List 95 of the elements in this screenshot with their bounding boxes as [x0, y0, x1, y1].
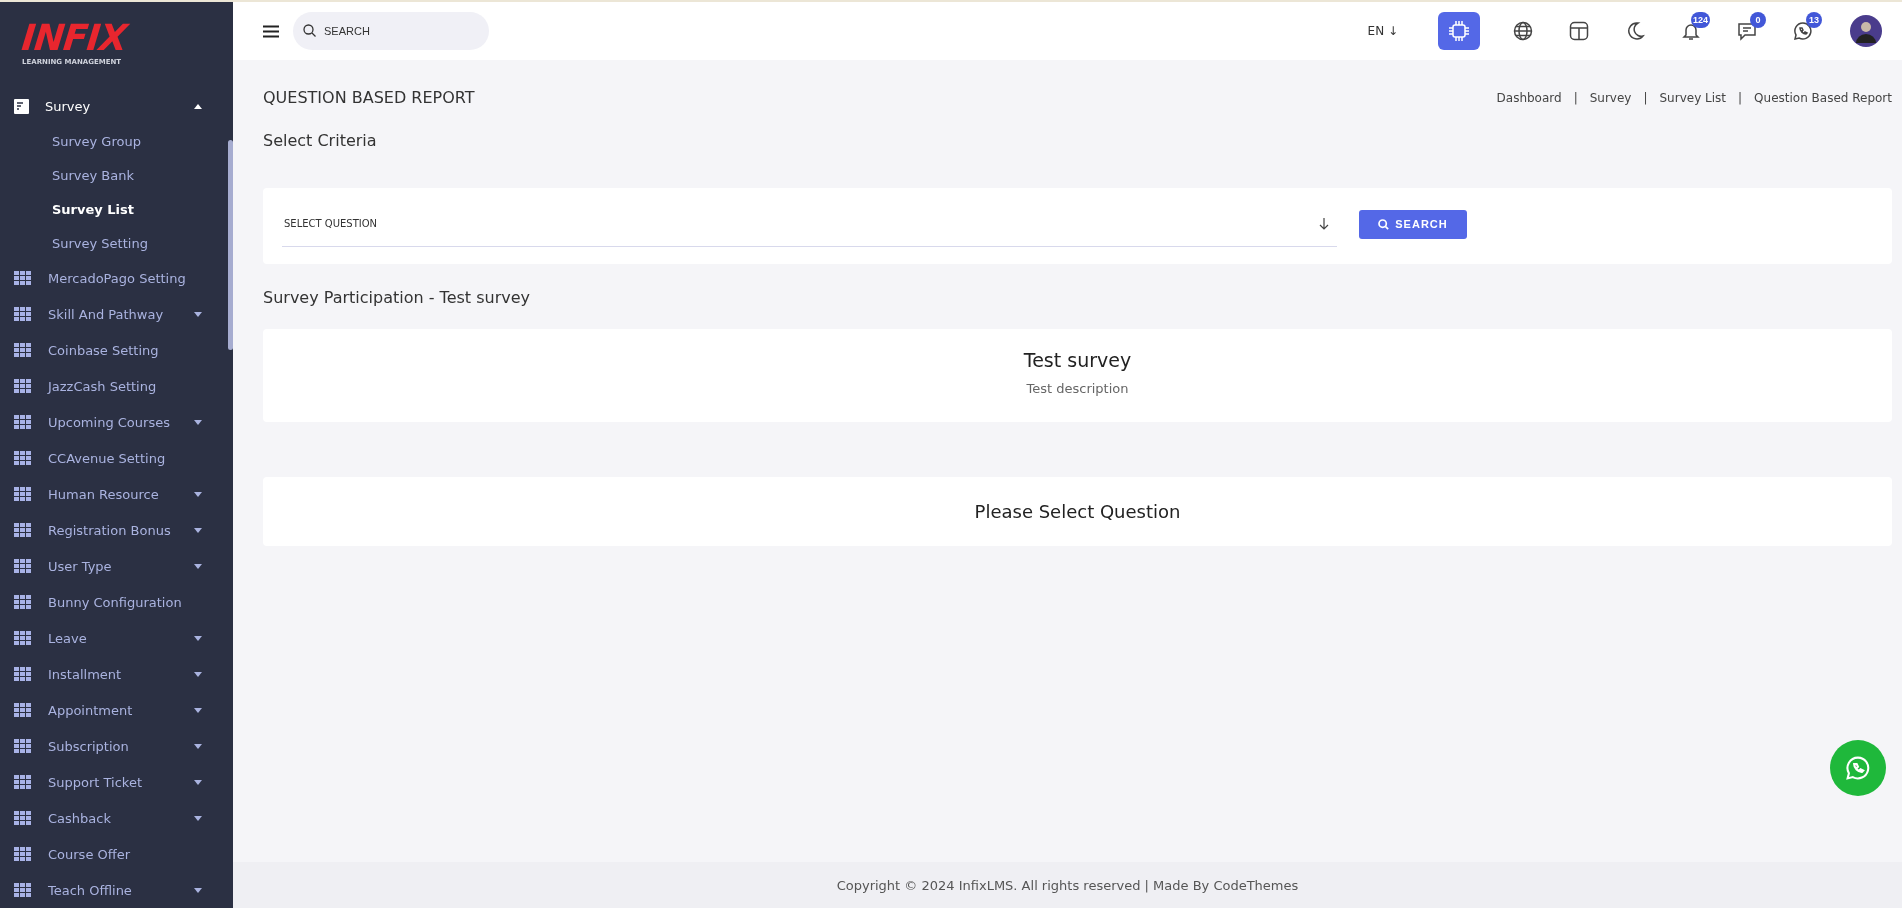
sidebar-item[interactable]: Skill And Pathway — [0, 296, 226, 332]
caret-icon — [194, 779, 202, 785]
grid-icon — [14, 774, 32, 790]
whatsapp-icon — [1845, 755, 1871, 781]
survey-description: Test description — [1026, 381, 1129, 396]
toolbar-button[interactable]: 0 — [1726, 12, 1768, 50]
count-badge: 13 — [1806, 12, 1822, 28]
sidebar-subitem[interactable]: Survey List — [0, 192, 226, 226]
sidebar-item[interactable]: Registration Bonus — [0, 512, 226, 548]
menu-icon[interactable] — [263, 24, 279, 38]
caret-icon — [194, 671, 202, 677]
sidebar-subitem[interactable]: Survey Group — [0, 124, 226, 158]
sidebar-item[interactable]: Human Resource — [0, 476, 226, 512]
page-title: QUESTION BASED REPORT — [263, 88, 475, 107]
logo-text: INFIX — [20, 20, 129, 56]
breadcrumb-link[interactable]: Question Based Report — [1754, 90, 1892, 105]
search-field[interactable]: SEARCH — [293, 12, 489, 50]
caret-icon — [194, 887, 202, 893]
grid-icon — [14, 882, 32, 898]
arrow-down-icon — [1319, 217, 1329, 230]
sidebar-item[interactable]: Cashback — [0, 800, 226, 836]
question-select[interactable]: SELECT QUESTION — [282, 201, 1337, 247]
caret-icon — [194, 743, 202, 749]
grid-icon — [14, 738, 32, 754]
grid-icon — [14, 558, 32, 574]
chat-icon — [1737, 21, 1757, 41]
survey-title: Test survey — [1023, 349, 1132, 371]
avatar[interactable] — [1850, 15, 1882, 47]
toolbar-button[interactable] — [1438, 12, 1480, 50]
bell-icon — [1681, 21, 1701, 41]
grid-icon — [14, 450, 32, 466]
caret-icon — [194, 419, 202, 425]
grid-icon — [14, 810, 32, 826]
grid-icon — [14, 306, 32, 322]
caret-icon — [194, 563, 202, 569]
caret-icon — [194, 707, 202, 713]
sidebar-item[interactable]: Subscription — [0, 728, 226, 764]
breadcrumb-separator: | — [1643, 90, 1648, 105]
grid-icon — [14, 594, 32, 610]
breadcrumb-separator: | — [1573, 90, 1578, 105]
sidebar-item[interactable]: Survey — [0, 88, 226, 124]
sidebar-item[interactable]: MercadoPago Setting — [0, 260, 226, 296]
layout-icon — [1569, 21, 1589, 41]
breadcrumb-link[interactable]: Dashboard — [1496, 90, 1562, 105]
grid-icon — [14, 846, 32, 862]
sidebar-item[interactable]: Teach Offline — [0, 872, 226, 908]
section-title: Select Criteria — [263, 131, 378, 150]
sidebar-item[interactable]: Bunny Configuration — [0, 584, 226, 620]
sidebar-subitem[interactable]: Survey Bank — [0, 158, 226, 192]
toolbar-button[interactable]: 13 — [1782, 12, 1824, 50]
scrollbar[interactable] — [228, 140, 233, 350]
caret-icon — [194, 815, 202, 821]
grid-icon — [14, 630, 32, 646]
section-title: Survey Participation - Test survey — [263, 288, 531, 307]
caret-icon — [194, 311, 202, 317]
caret-icon — [194, 103, 202, 109]
breadcrumb-separator: | — [1738, 90, 1743, 105]
sidebar-subitem[interactable]: Survey Setting — [0, 226, 226, 260]
sidebar-item[interactable]: Coinbase Setting — [0, 332, 226, 368]
phone-chat-icon — [1793, 21, 1813, 41]
grid-icon — [14, 486, 32, 502]
search-button[interactable]: SEARCH — [1359, 209, 1467, 239]
grid-icon — [14, 666, 32, 682]
sidebar-item[interactable]: Course Offer — [0, 836, 226, 872]
caret-icon — [194, 635, 202, 641]
empty-message: Please Select Question — [974, 501, 1181, 522]
footer-text: Copyright © 2024 InfixLMS. All rights reserved | Made By CodeThemes — [233, 862, 1902, 908]
caret-icon — [194, 491, 202, 497]
sidebar-item[interactable]: Upcoming Courses — [0, 404, 226, 440]
grid-icon — [14, 270, 32, 286]
breadcrumb-link[interactable]: Survey List — [1659, 90, 1727, 105]
sidebar-item[interactable]: Appointment — [0, 692, 226, 728]
grid-icon — [14, 378, 32, 394]
language-selector[interactable]: EN ↓ — [1367, 24, 1398, 38]
grid-icon — [14, 342, 32, 358]
globe-icon — [1513, 21, 1533, 41]
sidebar-item[interactable]: Installment — [0, 656, 226, 692]
moon-icon — [1625, 21, 1645, 41]
breadcrumb-link[interactable]: Survey — [1589, 90, 1632, 105]
grid-icon — [14, 414, 32, 430]
count-badge: 124 — [1690, 12, 1710, 28]
sidebar-item[interactable]: Leave — [0, 620, 226, 656]
sidebar-item[interactable]: CCAvenue Setting — [0, 440, 226, 476]
sidebar-item[interactable]: User Type — [0, 548, 226, 584]
search-icon — [1378, 218, 1390, 230]
sidebar-item[interactable]: JazzCash Setting — [0, 368, 226, 404]
caret-icon — [194, 527, 202, 533]
toolbar-button[interactable]: 124 — [1670, 12, 1712, 50]
chip-icon — [1448, 20, 1470, 42]
grid-icon — [14, 522, 32, 538]
search-icon — [303, 24, 316, 37]
grid-icon — [14, 702, 32, 718]
count-badge: 0 — [1750, 12, 1766, 28]
sidebar-item[interactable]: Support Ticket — [0, 764, 226, 800]
document-icon — [14, 98, 29, 114]
